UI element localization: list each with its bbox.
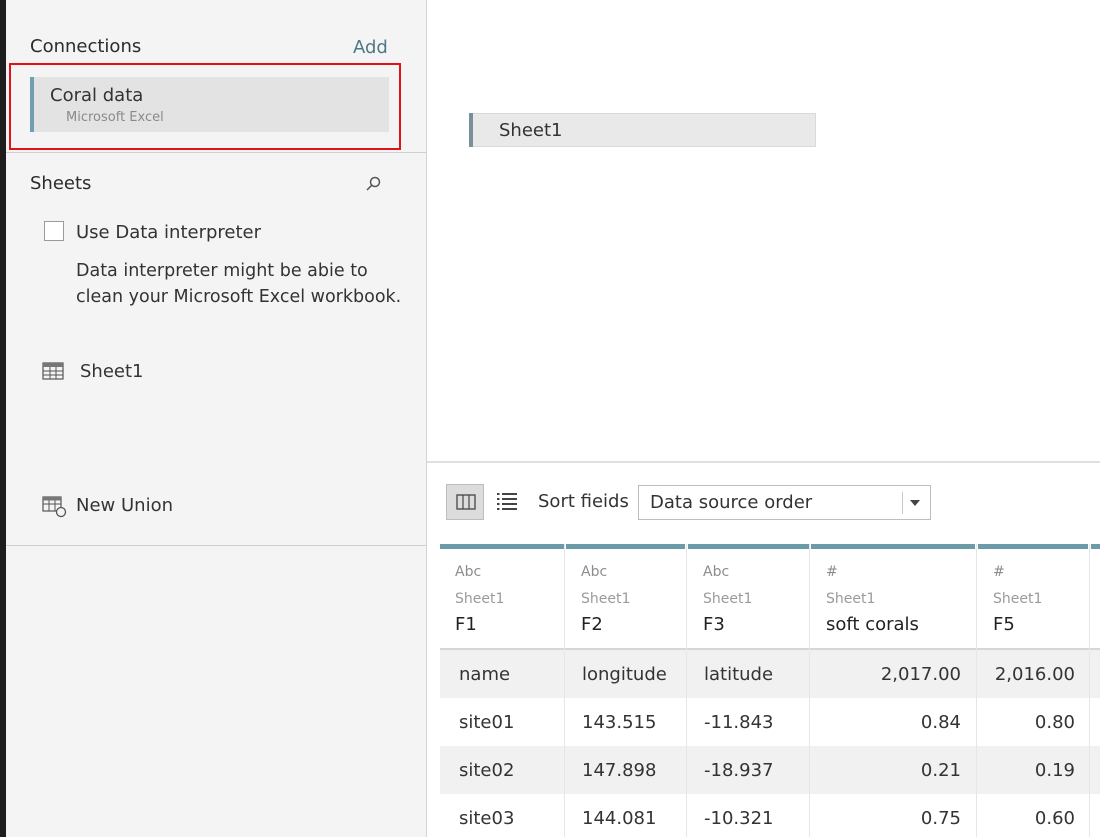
join-canvas[interactable]: [427, 0, 1100, 460]
column-header[interactable]: Abc Sheet1 F1: [440, 544, 564, 648]
column-accent-bar: [688, 544, 809, 549]
list-view-icon[interactable]: [494, 488, 522, 516]
column-accent-bar: [566, 544, 685, 549]
column-border: [564, 544, 565, 837]
divider: [6, 152, 426, 153]
column-name[interactable]: F1: [455, 614, 477, 635]
table-cell: 143.515: [582, 712, 657, 733]
header-separator: [440, 648, 1100, 650]
column-source: Sheet1: [993, 591, 1043, 607]
column-f2[interactable]: Abc Sheet1 F2: [566, 544, 685, 837]
column-accent-bar: [978, 544, 1088, 549]
data-interpreter-description: Data interpreter might be abie to clean …: [76, 261, 402, 307]
canvas-sheet-label: Sheet1: [499, 120, 563, 141]
data-grid: Abc Sheet1 F1 Abc Sheet1 F2 Abc Sheet1 F…: [440, 544, 1100, 837]
string-type-icon[interactable]: Abc: [581, 564, 607, 580]
column-header: [1091, 544, 1100, 648]
column-header[interactable]: Abc Sheet1 F3: [688, 544, 809, 648]
string-type-icon[interactable]: Abc: [703, 564, 729, 580]
table-cell: 0.19: [1034, 760, 1075, 781]
column-source: Sheet1: [703, 591, 753, 607]
table-cell: longitude: [582, 664, 667, 685]
canvas-sheet-sheet1[interactable]: Sheet1: [469, 113, 816, 147]
table-cell: 0.75: [920, 808, 961, 829]
table-cell: 0.60: [1034, 808, 1075, 829]
table-cell: 0.21: [920, 760, 961, 781]
sort-fields-select[interactable]: Data source order: [638, 485, 931, 520]
connection-accent-bar: [30, 77, 34, 132]
column-border: [976, 544, 977, 837]
column-header[interactable]: Abc Sheet1 F2: [566, 544, 685, 648]
column-header[interactable]: # Sheet1 F5: [978, 544, 1088, 648]
column-source: Sheet1: [581, 591, 631, 607]
column-accent-bar: [440, 544, 564, 549]
table-cell: 2,016.00: [994, 664, 1075, 685]
column-header[interactable]: # Sheet1 soft corals: [811, 544, 975, 648]
column-name[interactable]: F3: [703, 614, 725, 635]
new-union-label: New Union: [76, 495, 173, 516]
connections-title: Connections: [30, 36, 142, 57]
number-type-icon[interactable]: #: [826, 564, 838, 580]
table-cell: site03: [459, 808, 515, 829]
table-cell: 2,017.00: [880, 664, 961, 685]
chevron-down-icon: [910, 500, 920, 506]
sheet-item-label: Sheet1: [80, 361, 144, 382]
connection-item-coral-data[interactable]: Coral data Microsoft Excel: [30, 77, 389, 132]
column-name[interactable]: F2: [581, 614, 603, 635]
sort-fields-label: Sort fieids: [538, 491, 629, 512]
divider: [6, 545, 426, 546]
column-source: Sheet1: [455, 591, 505, 607]
sheet-table-icon: [42, 362, 64, 380]
table-cell: 144.081: [582, 808, 657, 829]
column-name[interactable]: F5: [993, 614, 1015, 635]
column-source: Sheet1: [826, 591, 876, 607]
canvas-divider[interactable]: [427, 461, 1100, 463]
table-cell: name: [459, 664, 511, 685]
table-cell: site02: [459, 760, 515, 781]
new-union-icon: [42, 496, 67, 518]
sheet-item-sheet1[interactable]: Sheet1: [40, 358, 400, 388]
column-f1[interactable]: Abc Sheet1 F1: [440, 544, 564, 837]
column-f3[interactable]: Abc Sheet1 F3: [688, 544, 809, 837]
search-icon[interactable]: [364, 175, 382, 193]
column-accent-bar: [1091, 544, 1100, 549]
column-accent-bar: [811, 544, 975, 549]
column-border: [809, 544, 810, 837]
new-union-item[interactable]: New Union: [40, 492, 400, 522]
column-border: [1089, 544, 1090, 837]
connection-name: Coral data: [50, 85, 144, 106]
data-source-pane: Connections Add Coral data Microsoft Exc…: [6, 0, 427, 837]
grid-view-icon: [456, 494, 476, 510]
table-cell: -10.321: [704, 808, 774, 829]
add-connection-link[interactable]: Add: [353, 37, 388, 58]
sheet-accent-bar: [469, 113, 473, 147]
column-soft-corals[interactable]: # Sheet1 soft corals: [811, 544, 975, 837]
use-data-interpreter-checkbox[interactable]: [44, 221, 64, 241]
column-border: [686, 544, 687, 837]
sort-fields-value: Data source order: [650, 492, 813, 513]
table-cell: -18.937: [704, 760, 774, 781]
column-partial: [1091, 544, 1100, 837]
number-type-icon[interactable]: #: [993, 564, 1005, 580]
use-data-interpreter-label: Use Data interpreter: [76, 222, 262, 243]
table-cell: 147.898: [582, 760, 657, 781]
table-cell: 0.80: [1034, 712, 1075, 733]
select-separator: [902, 492, 903, 514]
table-cell: 0.84: [920, 712, 961, 733]
sheets-title: Sheets: [30, 173, 92, 194]
column-f5[interactable]: # Sheet1 F5: [978, 544, 1088, 837]
string-type-icon[interactable]: Abc: [455, 564, 481, 580]
column-name[interactable]: soft corals: [826, 614, 919, 635]
table-cell: site01: [459, 712, 515, 733]
table-cell: latitude: [704, 664, 774, 685]
table-cell: -11.843: [704, 712, 774, 733]
grid-view-button[interactable]: [446, 484, 484, 520]
connection-type: Microsoft Excel: [66, 110, 164, 125]
